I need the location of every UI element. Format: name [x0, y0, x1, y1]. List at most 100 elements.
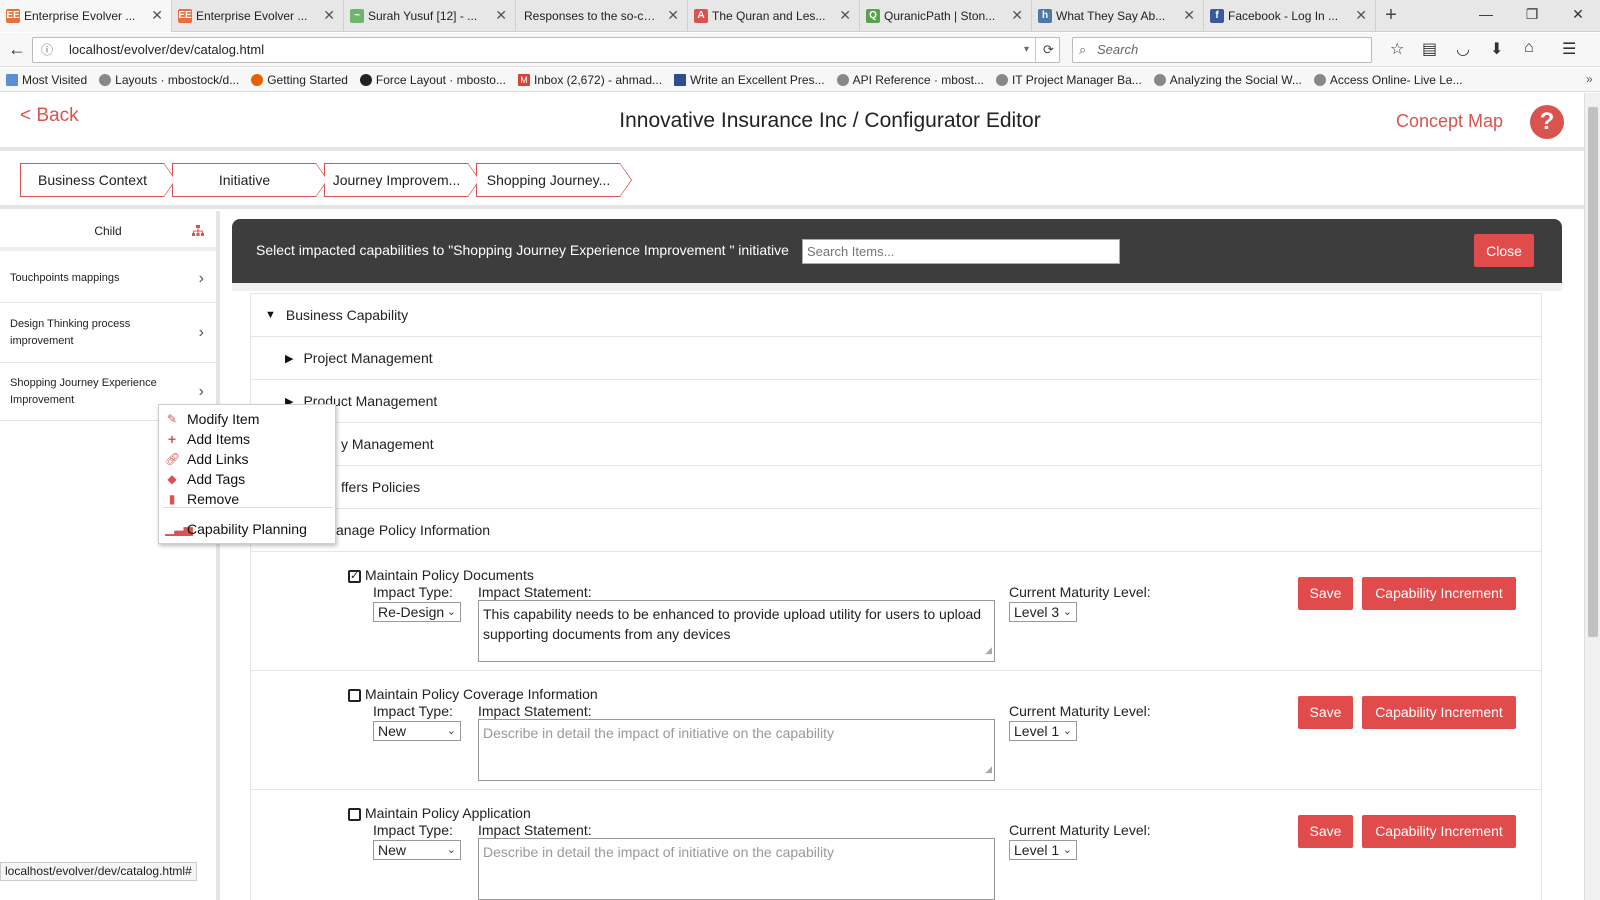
- close-icon[interactable]: ✕: [151, 7, 163, 24]
- capability-name: Maintain Policy Coverage Information: [365, 686, 598, 702]
- impact-statement-label: Impact Statement:: [478, 584, 592, 600]
- menu-icon[interactable]: ☰: [1562, 39, 1576, 59]
- browser-tab-1[interactable]: EE Enterprise Evolver ... ✕: [172, 0, 344, 32]
- tree-node-label: Business Capability: [285, 307, 409, 323]
- impact-statement-textarea[interactable]: Describe in detail the impact of initiat…: [478, 838, 995, 900]
- bookmark-item[interactable]: API Reference · mbost...: [836, 73, 984, 87]
- impact-type-select[interactable]: Re-Design ⌄: [373, 602, 461, 622]
- checkbox-unchecked[interactable]: [348, 808, 361, 821]
- menu-item-add-items[interactable]: + Add Items: [165, 429, 331, 449]
- concept-map-link[interactable]: Concept Map: [1396, 111, 1503, 132]
- menu-item-capability-planning[interactable]: ▁▃▅ Capability Planning: [165, 519, 331, 539]
- dropdown-icon[interactable]: ▾: [1024, 38, 1029, 62]
- close-icon[interactable]: ✕: [1011, 7, 1023, 24]
- bookmark-item[interactable]: Layouts · mbostock/d...: [99, 73, 239, 87]
- reading-list-icon[interactable]: ▤: [1422, 39, 1437, 59]
- save-button[interactable]: Save: [1298, 577, 1353, 610]
- breadcrumb-item[interactable]: Initiative: [172, 163, 328, 197]
- browser-tab-6[interactable]: h What They Say Ab... ✕: [1032, 0, 1204, 32]
- impact-type-select[interactable]: New ⌄: [373, 721, 461, 741]
- tree-node[interactable]: ▶ Project Management: [251, 337, 1541, 380]
- impact-type-select[interactable]: New ⌄: [373, 840, 461, 860]
- bookmark-item[interactable]: Getting Started: [251, 73, 348, 87]
- impact-statement-textarea[interactable]: Describe in detail the impact of initiat…: [478, 719, 995, 781]
- tree-node[interactable]: y Management: [251, 423, 1541, 466]
- bookmark-item[interactable]: M Inbox (2,672) - ahmad...: [517, 73, 662, 87]
- browser-tab-7[interactable]: f Facebook - Log In ... ✕: [1204, 0, 1376, 32]
- capability-increment-button[interactable]: Capability Increment: [1362, 696, 1516, 729]
- capability-increment-button[interactable]: Capability Increment: [1362, 577, 1516, 610]
- tree-node[interactable]: ffers Policies: [251, 466, 1541, 509]
- sidebar-item-design-thinking[interactable]: Design Thinking process improvement ›: [0, 303, 216, 363]
- save-button[interactable]: Save: [1298, 696, 1353, 729]
- impact-statement-label: Impact Statement:: [478, 703, 592, 719]
- breadcrumb-item[interactable]: Journey Improvem...: [324, 163, 480, 197]
- url-bar[interactable]: ⓘ localhost/evolver/dev/catalog.html ▾ ⟳: [32, 37, 1060, 63]
- save-button[interactable]: Save: [1298, 815, 1353, 848]
- breadcrumb-item[interactable]: Business Context: [20, 163, 176, 197]
- checkbox-checked[interactable]: ✓: [348, 570, 361, 583]
- tree-node[interactable]: ▶ Product Management: [251, 380, 1541, 423]
- help-icon[interactable]: ?: [1530, 105, 1564, 139]
- bookmark-item[interactable]: Most Visited: [6, 73, 87, 87]
- caret-down-icon[interactable]: ▼: [265, 309, 276, 321]
- search-icon: ⌕: [1079, 42, 1087, 57]
- capability-increment-button[interactable]: Capability Increment: [1362, 815, 1516, 848]
- tree-node[interactable]: anage Policy Information: [251, 509, 1541, 552]
- download-icon[interactable]: ⬇: [1490, 39, 1503, 59]
- impact-statement-textarea[interactable]: This capability needs to be enhanced to …: [478, 600, 995, 662]
- tree-node-root[interactable]: ▼ Business Capability: [251, 294, 1541, 337]
- hierarchy-icon[interactable]: [192, 225, 204, 237]
- close-icon[interactable]: ✕: [323, 7, 335, 24]
- bookmark-item[interactable]: IT Project Manager Ba...: [995, 73, 1142, 87]
- divider: [0, 205, 1584, 209]
- maturity-select[interactable]: Level 1 ⌄: [1009, 721, 1077, 741]
- resize-grip-icon[interactable]: ◢: [985, 640, 992, 660]
- resize-grip-icon[interactable]: ◢: [985, 759, 992, 779]
- home-icon[interactable]: ⌂: [1524, 39, 1534, 57]
- scrollbar-thumb[interactable]: [1588, 107, 1598, 637]
- close-icon[interactable]: ✕: [839, 7, 851, 24]
- sidebar-item-label: Touchpoints mappings: [10, 272, 120, 284]
- capability-name: Maintain Policy Application: [365, 805, 531, 821]
- close-window-icon[interactable]: ✕: [1568, 6, 1588, 23]
- tree-node-label: y Management: [341, 436, 434, 452]
- close-icon[interactable]: ✕: [1183, 7, 1195, 24]
- new-tab-button[interactable]: +: [1376, 0, 1406, 32]
- minimize-icon[interactable]: —: [1476, 6, 1496, 22]
- bookmark-item[interactable]: Write an Excellent Pres...: [674, 73, 825, 87]
- close-icon[interactable]: ✕: [1355, 7, 1367, 24]
- checkbox-unchecked[interactable]: [348, 689, 361, 702]
- menu-item-add-links[interactable]: 🔗︎ Add Links: [165, 449, 331, 469]
- sidebar-item-touchpoints[interactable]: Touchpoints mappings ›: [0, 255, 216, 303]
- search-items-input[interactable]: [802, 239, 1120, 264]
- reload-icon[interactable]: ⟳: [1035, 38, 1061, 62]
- bookmark-item[interactable]: Analyzing the Social W...: [1153, 73, 1302, 87]
- search-input[interactable]: ⌕ Search: [1072, 37, 1372, 63]
- close-icon[interactable]: ✕: [495, 7, 507, 24]
- menu-item-modify[interactable]: ✎ Modify Item: [165, 409, 331, 429]
- restore-icon[interactable]: ❐: [1522, 6, 1542, 23]
- menu-item-remove[interactable]: ▮ Remove: [165, 489, 331, 509]
- close-button[interactable]: Close: [1474, 234, 1534, 267]
- close-icon[interactable]: ✕: [667, 7, 679, 24]
- menu-item-add-tags[interactable]: ◆ Add Tags: [165, 469, 331, 489]
- breadcrumb-item[interactable]: Shopping Journey...: [476, 163, 632, 197]
- bookmark-item[interactable]: Access Online- Live Le...: [1313, 73, 1463, 87]
- maturity-select[interactable]: Level 3 ⌄: [1009, 602, 1077, 622]
- info-icon[interactable]: ⓘ: [41, 38, 53, 62]
- browser-tab-0[interactable]: EE Enterprise Evolver ... ✕: [0, 0, 172, 32]
- browser-tab-5[interactable]: Q QuranicPath | Ston... ✕: [860, 0, 1032, 32]
- star-icon[interactable]: ☆: [1390, 39, 1404, 59]
- page-scrollbar[interactable]: [1584, 93, 1600, 900]
- bookmark-item[interactable]: Force Layout · mbosto...: [359, 73, 506, 87]
- caret-right-icon[interactable]: ▶: [285, 352, 293, 365]
- chevron-right-icon[interactable]: »: [1586, 72, 1593, 86]
- browser-tab-3[interactable]: Responses to the so-ca... ✕: [516, 0, 688, 32]
- chevron-down-icon: ⌄: [1062, 844, 1072, 856]
- back-arrow-icon[interactable]: ←: [8, 39, 26, 60]
- browser-tab-2[interactable]: ~ Surah Yusuf [12] - ... ✕: [344, 0, 516, 32]
- maturity-select[interactable]: Level 1 ⌄: [1009, 840, 1077, 860]
- browser-tab-4[interactable]: A The Quran and Les... ✕: [688, 0, 860, 32]
- pocket-icon[interactable]: ◡: [1456, 39, 1470, 59]
